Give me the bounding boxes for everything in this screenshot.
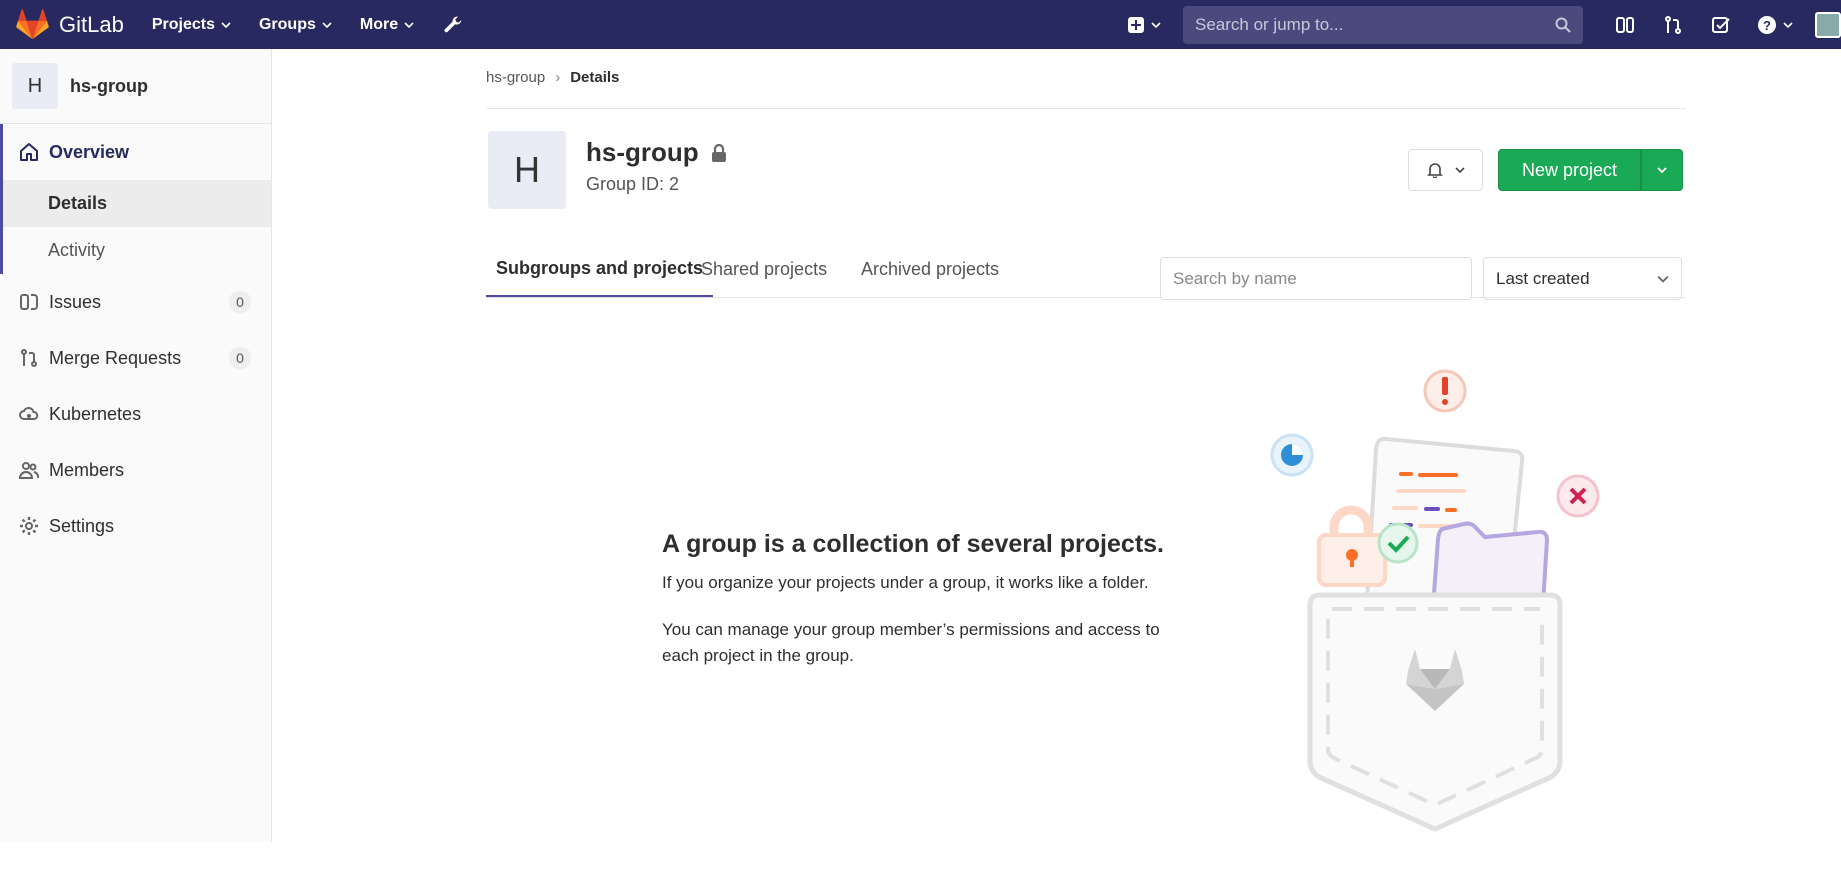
nav-more-dropdown[interactable]: More [360,16,414,34]
help-question-icon: ? [1758,15,1776,34]
chevron-down-icon [322,21,332,28]
users-icon [19,462,39,479]
tab-subgroups-and-projects[interactable]: Subgroups and projects [486,241,714,297]
nav-projects-label: Projects [151,15,215,33]
sidebar-group-avatar: H [12,63,58,109]
new-project-split-button: New project [1498,149,1683,191]
todo-checkbox-icon[interactable] [1711,15,1731,35]
brand-name: GitLab [59,11,124,37]
chevron-down-icon [1657,167,1667,174]
sidebar-nav-list: Issues 0 Merge Requests 0 Kubernetes Mem… [0,274,271,554]
sidebar-header[interactable]: H hs-group [0,49,271,124]
breadcrumb-current[interactable]: Details [570,69,619,86]
sidebar-subitem-details[interactable]: Details [3,180,271,227]
issues-count-badge: 0 [229,291,251,313]
gear-icon [20,517,38,535]
divider [486,108,1686,109]
main-content: hs-group › Details H hs-group Group ID: … [272,49,1841,842]
empty-state-title: A group is a collection of several proje… [662,530,1164,558]
sidebar-item-overview[interactable]: Overview [3,124,271,180]
gitlab-logo-icon [16,9,49,40]
gitlab-home-link[interactable]: GitLab [16,9,124,40]
sidebar-item-label: Settings [49,515,115,536]
issues-icon [20,294,38,310]
new-project-dropdown-toggle[interactable] [1641,149,1683,191]
plus-square-icon [1128,16,1144,33]
bell-icon [1426,163,1443,178]
empty-state-description: If you organize your projects under a gr… [662,573,1149,592]
nav-projects-dropdown[interactable]: Projects [152,16,231,34]
tab-archived-projects[interactable]: Archived projects [861,241,999,297]
user-avatar[interactable] [1815,11,1841,38]
cloud-gear-icon [19,406,39,420]
notification-settings-dropdown[interactable] [1408,149,1483,191]
new-project-button[interactable]: New project [1498,149,1641,191]
global-search-input[interactable] [1195,14,1555,35]
global-search [1183,5,1583,44]
sidebar-item-label: Merge Requests [49,347,182,368]
breadcrumb-group-link[interactable]: hs-group [486,69,545,86]
merge-request-icon [21,349,37,367]
filter-by-name-input[interactable] [1160,257,1472,300]
group-title: hs-group [586,137,727,168]
navbar-right: ? [1128,0,1841,49]
sidebar-item-kubernetes[interactable]: Kubernetes [0,386,271,442]
nav-groups-label: Groups [258,15,316,33]
svg-text:?: ? [1763,18,1771,33]
sidebar-item-settings[interactable]: Settings [0,498,271,554]
top-navbar: GitLab Projects Groups More Search or ju… [0,0,1841,49]
empty-group-illustration [1270,369,1600,832]
chevron-down-icon [1657,275,1669,283]
nav-groups-dropdown[interactable]: Groups [259,16,332,34]
merge-requests-count-badge: 0 [229,347,251,369]
group-id: Group ID: 2 [586,174,680,194]
group-sidebar: H hs-group Overview Details Activity Iss… [0,49,272,842]
sidebar-item-label: Members [49,459,125,480]
sidebar-item-issues[interactable]: Issues 0 [0,274,271,330]
sidebar-toggle-icon[interactable] [1615,15,1635,35]
search-icon[interactable] [1555,17,1571,33]
chevron-down-icon [1783,21,1793,28]
group-name: hs-group [586,137,699,167]
sidebar-item-members[interactable]: Members [0,442,271,498]
breadcrumb-separator-icon: › [555,69,561,86]
new-item-dropdown[interactable] [1128,16,1161,33]
home-icon [20,143,38,161]
sidebar-overview-section: Overview Details Activity [0,124,271,274]
sort-dropdown[interactable]: Last created [1483,257,1682,300]
sidebar-group-title: hs-group [70,75,148,96]
chevron-down-icon [221,21,231,28]
sidebar-item-label: Kubernetes [49,403,142,424]
help-dropdown[interactable]: ? [1757,15,1793,35]
admin-wrench-icon[interactable] [442,14,464,36]
sort-selected-label: Last created [1496,268,1590,288]
nav-more-label: More [359,15,399,33]
chevron-down-icon [404,21,414,28]
sidebar-subitem-activity[interactable]: Activity [3,227,271,274]
chevron-down-icon [1151,21,1161,28]
empty-state-description-2: You can manage your group member’s permi… [662,620,1160,665]
chevron-down-icon [1454,167,1465,174]
breadcrumb: hs-group › Details [486,69,619,86]
tab-shared-projects[interactable]: Shared projects [701,241,827,297]
lock-icon [711,143,726,162]
group-avatar: H [488,131,566,209]
sidebar-item-merge-requests[interactable]: Merge Requests 0 [0,330,271,386]
sidebar-item-label: Issues [49,291,102,312]
merge-request-icon[interactable] [1663,15,1683,35]
sidebar-item-label: Overview [49,141,130,162]
